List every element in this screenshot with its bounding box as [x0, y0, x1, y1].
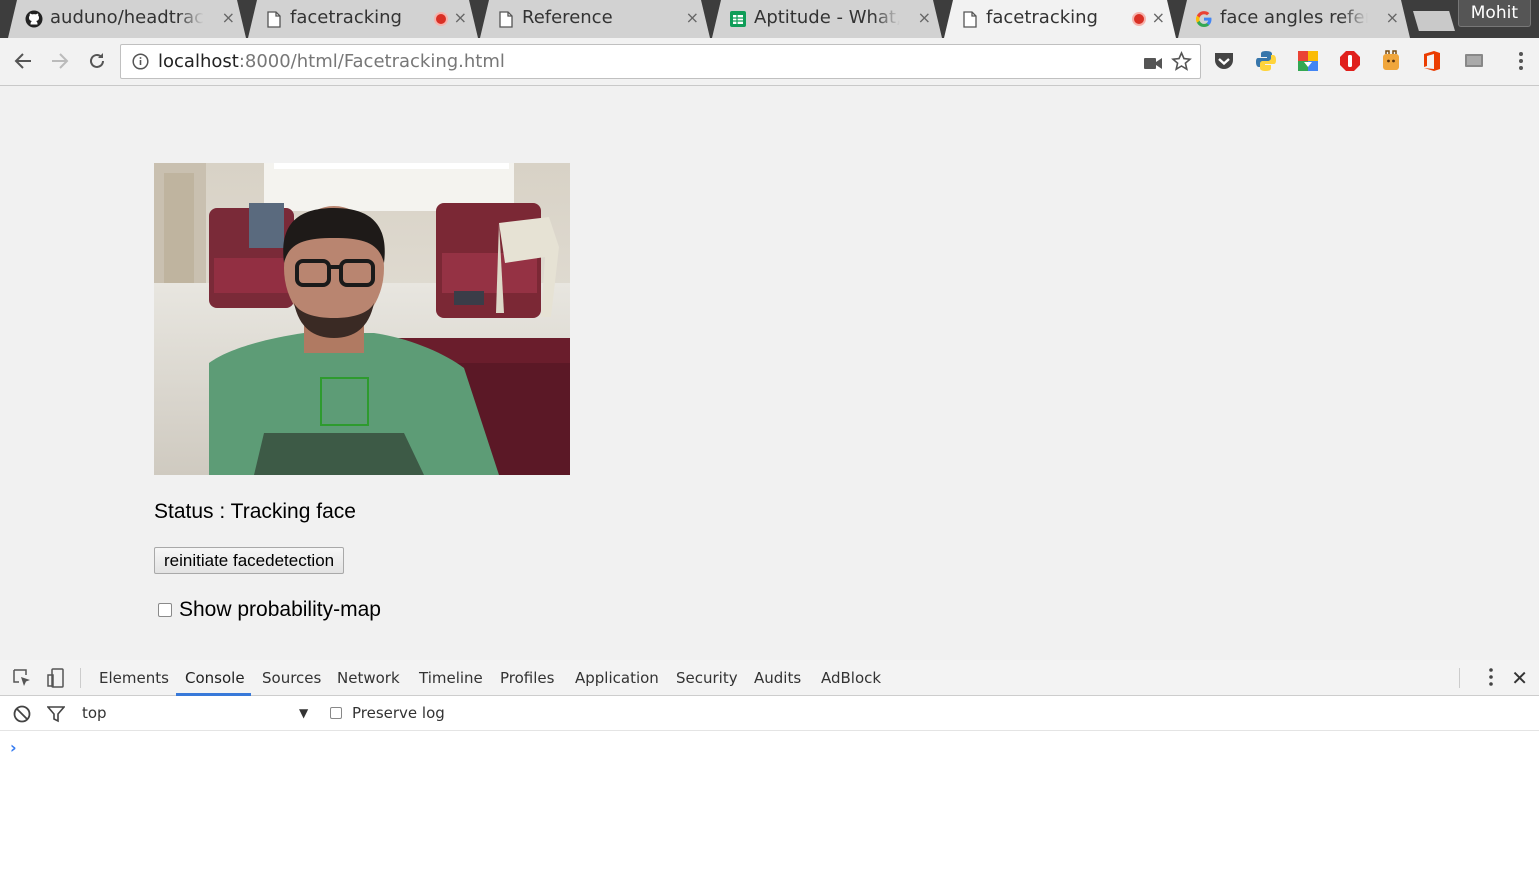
tab-elements[interactable]: Elements: [99, 669, 169, 687]
console-toolbar: top ▼ Preserve log: [0, 696, 1539, 731]
webcam-frame-image: [154, 163, 570, 475]
url-text: localhost:8000/html/Facetracking.html: [158, 51, 505, 72]
profile-button[interactable]: Mohit: [1457, 0, 1531, 27]
browser-menu-icon[interactable]: [1519, 52, 1523, 74]
browser-tab-5-active[interactable]: facetracking ×: [944, 0, 1176, 38]
browser-tab-3[interactable]: Reference ×: [480, 0, 710, 38]
browser-tab-2[interactable]: facetracking ×: [248, 0, 478, 38]
tab-application[interactable]: Application: [575, 669, 659, 687]
forward-button[interactable]: [48, 49, 72, 73]
tab-console[interactable]: Console: [185, 669, 245, 687]
recording-icon: [1132, 12, 1146, 26]
info-icon[interactable]: [132, 53, 149, 70]
probability-map-label: Show probability-map: [179, 598, 381, 621]
tab-security[interactable]: Security: [676, 669, 738, 687]
url-host: localhost: [158, 51, 239, 72]
console-prompt-icon[interactable]: ›: [10, 738, 17, 757]
tab-network[interactable]: Network: [337, 669, 400, 687]
arrow-left-icon: [14, 53, 31, 69]
new-tab-button[interactable]: [1413, 11, 1455, 31]
drive-icon[interactable]: [1297, 50, 1319, 72]
filter-icon[interactable]: [46, 704, 66, 724]
close-icon[interactable]: ×: [1152, 8, 1165, 27]
tab-timeline[interactable]: Timeline: [419, 669, 483, 687]
clear-console-icon[interactable]: [12, 704, 32, 724]
preserve-log-checkbox[interactable]: [330, 707, 342, 719]
devtools-close-icon[interactable]: ✕: [1511, 666, 1528, 690]
page-icon: [961, 10, 979, 28]
cast-icon[interactable]: [1463, 50, 1485, 72]
camera-icon[interactable]: [1144, 55, 1162, 74]
arrow-right-icon: [52, 53, 69, 69]
reload-icon: [90, 53, 104, 68]
browser-tab-title: auduno/headtrackr: [50, 7, 204, 28]
devtools-panel: Elements Console Sources Network Timelin…: [0, 660, 1539, 870]
back-button[interactable]: [11, 49, 35, 73]
page-icon: [497, 10, 515, 28]
recording-icon: [434, 12, 448, 26]
toolbar-divider: [1459, 668, 1460, 688]
tab-adblock[interactable]: AdBlock: [821, 669, 881, 687]
reinitiate-facedetection-button[interactable]: reinitiate facedetection: [154, 547, 345, 574]
browser-tab-title: face angles reference: [1220, 7, 1368, 28]
browser-tab-title: facetracking: [290, 7, 436, 28]
tab-strip: auduno/headtrackr × facetracking × Refer…: [0, 0, 1539, 38]
tab-profiles[interactable]: Profiles: [500, 669, 554, 687]
webcam-video: [154, 163, 570, 475]
pocket-icon[interactable]: [1213, 50, 1235, 72]
honey-icon[interactable]: [1380, 50, 1402, 72]
close-icon[interactable]: ×: [222, 8, 235, 27]
bookmark-star-icon[interactable]: [1171, 51, 1192, 76]
probability-map-checkbox[interactable]: [158, 603, 172, 617]
dropdown-arrow-icon[interactable]: ▼: [299, 706, 308, 720]
device-toolbar-icon[interactable]: [46, 668, 66, 688]
browser-tab-title: Aptitude - What, Why: [754, 7, 900, 28]
devtools-menu-icon[interactable]: [1489, 668, 1493, 690]
office-icon[interactable]: [1421, 50, 1443, 72]
tracking-status: Status : Tracking face: [154, 500, 356, 523]
reload-button[interactable]: [85, 49, 109, 73]
github-icon: [25, 10, 43, 28]
sheets-icon: [729, 10, 747, 28]
tab-audits[interactable]: Audits: [754, 669, 801, 687]
devtools-tab-bar: Elements Console Sources Network Timelin…: [0, 660, 1539, 696]
google-icon: [1195, 10, 1213, 28]
browser-tab-4[interactable]: Aptitude - What, Why ×: [712, 0, 942, 38]
execution-context-select[interactable]: top: [82, 704, 107, 722]
close-icon[interactable]: ×: [918, 8, 931, 27]
close-icon[interactable]: ×: [686, 8, 699, 27]
page-content: Status : Tracking face reinitiate facede…: [0, 86, 1539, 660]
inspect-element-icon[interactable]: [12, 668, 32, 688]
page-icon: [265, 10, 283, 28]
browser-tab-title: facetracking: [986, 7, 1134, 28]
browser-toolbar: localhost:8000/html/Facetracking.html: [0, 38, 1539, 86]
probability-map-toggle[interactable]: Show probability-map: [158, 598, 381, 622]
address-bar[interactable]: localhost:8000/html/Facetracking.html: [120, 44, 1201, 79]
adblock-icon[interactable]: [1339, 50, 1361, 72]
browser-tab-1[interactable]: auduno/headtrackr ×: [8, 0, 246, 38]
url-path: :8000/html/Facetracking.html: [238, 51, 505, 72]
toolbar-divider: [80, 668, 81, 688]
browser-tab-title: Reference: [522, 7, 668, 28]
preserve-log-label: Preserve log: [352, 704, 445, 722]
browser-tab-6[interactable]: face angles reference ×: [1178, 0, 1410, 38]
close-icon[interactable]: ×: [1386, 8, 1399, 27]
tab-sources[interactable]: Sources: [262, 669, 321, 687]
python-icon[interactable]: [1255, 50, 1277, 72]
close-icon[interactable]: ×: [454, 8, 467, 27]
